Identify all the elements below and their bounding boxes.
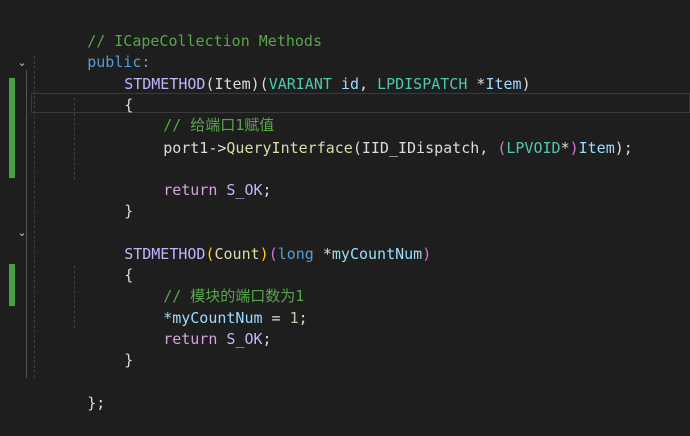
code-line: { xyxy=(124,266,134,284)
method-name: Item xyxy=(214,75,251,93)
return-keyword: return xyxy=(163,330,218,348)
param-type: long xyxy=(277,245,314,263)
code-line: }; xyxy=(33,370,105,412)
code-line: { xyxy=(124,96,134,114)
code-line: *myCountNum = 1; xyxy=(163,309,308,327)
return-keyword: return xyxy=(163,181,218,199)
param-name: myCountNum xyxy=(331,245,423,263)
code-editor[interactable]: ⌄ ⌄ // ICapeCollection Methods public: S… xyxy=(0,0,690,412)
chevron-down-icon[interactable]: ⌄ xyxy=(17,57,27,69)
code-line: // ICapeCollection Methods xyxy=(33,8,322,50)
macro-name: STDMETHOD xyxy=(124,75,206,93)
code-line: STDMETHOD(Count)(long *myCountNum) xyxy=(124,245,432,263)
code-line: STDMETHOD(Item)(VARIANT id, LPDISPATCH *… xyxy=(124,75,531,93)
change-marker xyxy=(9,264,15,306)
code-line: public: xyxy=(33,29,150,71)
identifier: IID_IDispatch xyxy=(361,139,480,157)
code-line: port1->QueryInterface(IID_IDispatch, (LP… xyxy=(163,139,633,157)
pointer-operator: * xyxy=(560,139,570,157)
identifier: port1 xyxy=(163,139,209,157)
param-name: Item xyxy=(578,139,615,157)
macro-name: S_OK xyxy=(226,330,263,348)
macro-name: S_OK xyxy=(226,181,263,199)
code-line: } xyxy=(124,351,134,369)
method-name: Count xyxy=(214,245,260,263)
function-call: QueryInterface xyxy=(226,139,353,157)
scope-guide xyxy=(26,70,27,378)
change-marker xyxy=(9,78,15,178)
param-name: Item xyxy=(485,75,522,93)
arrow-operator: -> xyxy=(208,139,227,157)
param-type: VARIANT xyxy=(268,75,332,93)
code-line: } xyxy=(124,202,134,220)
pointer-operator: * xyxy=(322,245,332,263)
code-line: // 给端口1赋值 xyxy=(109,92,274,134)
cast-type: LPVOID xyxy=(506,139,561,157)
code-line: return S_OK; xyxy=(163,181,272,199)
code-area[interactable]: // ICapeCollection Methods public: STDME… xyxy=(33,0,690,412)
code-line: // 模块的端口数为1 xyxy=(109,263,304,305)
code-line: return S_OK; xyxy=(163,330,272,348)
macro-name: STDMETHOD xyxy=(124,245,206,263)
class-end: }; xyxy=(87,394,106,412)
param-type: LPDISPATCH xyxy=(377,75,468,93)
param-name: id xyxy=(340,75,359,93)
number-literal: 1 xyxy=(289,309,299,327)
